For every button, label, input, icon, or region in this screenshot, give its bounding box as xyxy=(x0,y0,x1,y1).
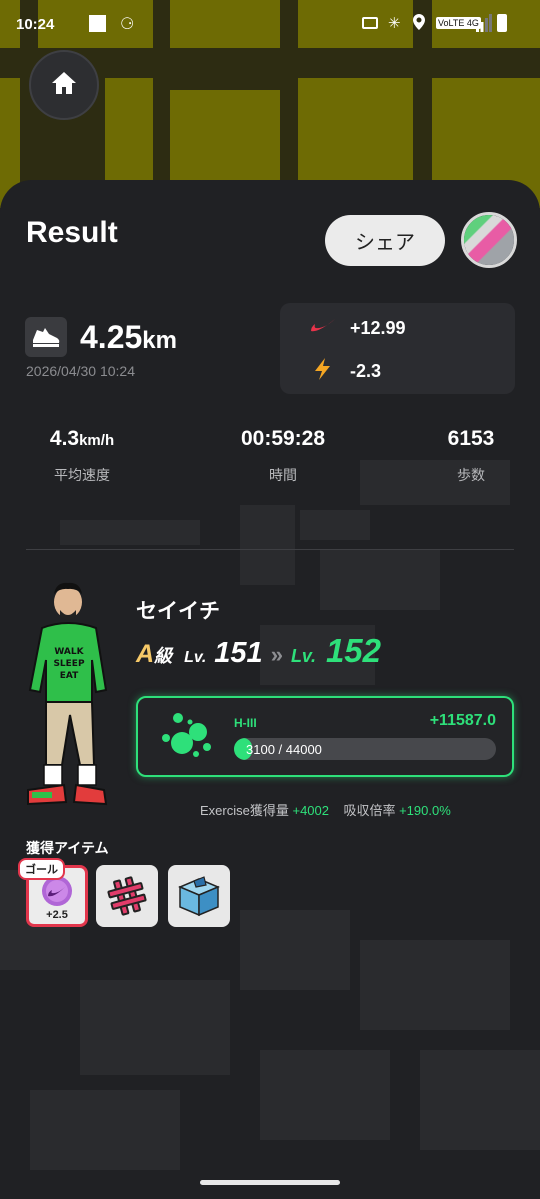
svg-text:SLEEP: SLEEP xyxy=(53,659,85,669)
items-title: 獲得アイテム xyxy=(26,840,109,856)
level-to: 152 xyxy=(325,632,382,669)
status-time: 10:24 xyxy=(16,16,55,33)
treasure-box-icon xyxy=(176,873,222,924)
run-datetime: 2026/04/30 10:24 xyxy=(26,363,135,379)
status-bar: 10:24 ⚆ ✳ VoLTE 4G xyxy=(0,0,540,50)
share-button[interactable]: シェア xyxy=(325,215,445,266)
location-icon xyxy=(413,14,425,30)
bluetooth-icon: ✳ xyxy=(388,15,401,32)
absorb-rate-value: +190.0% xyxy=(399,803,451,818)
stat-steps: 6153 歩数 xyxy=(391,427,540,485)
section-divider xyxy=(26,549,514,550)
level-prefix-from: Lv. xyxy=(184,649,207,666)
stat-time: 00:59:28 時間 xyxy=(203,427,363,485)
map-thumbnail-icon xyxy=(464,215,514,265)
page-title: Result xyxy=(26,216,118,249)
steps-value: 6153 xyxy=(447,427,495,450)
time-label: 時間 xyxy=(269,467,297,483)
gain-summary-box: +12.99 -2.3 xyxy=(280,303,515,394)
energy-gain-value: -2.3 xyxy=(350,361,382,381)
goal-tag: ゴール xyxy=(18,858,65,880)
absorb-rate-label: 吸収倍率 xyxy=(343,803,396,818)
experience-panel: H-III +11587.0 3100 / 44000 xyxy=(136,696,514,777)
steps-label: 歩数 xyxy=(457,467,485,483)
double-chevron-icon: » xyxy=(270,642,283,667)
distance-readout: 4.25km xyxy=(80,319,177,356)
svg-text:WALK: WALK xyxy=(54,647,84,657)
item-caption: +2.5 xyxy=(46,909,68,921)
cast-icon xyxy=(362,17,378,29)
sneaker-swoosh-icon xyxy=(310,317,336,340)
character-illustration: WALK SLEEP EAT xyxy=(20,580,132,815)
rank-letter: A xyxy=(136,640,155,668)
svg-text:EAT: EAT xyxy=(60,671,79,681)
xp-progress-text: 3100 / 44000 xyxy=(246,742,322,757)
item-hashtag[interactable] xyxy=(96,865,158,927)
profile-avatar[interactable] xyxy=(461,212,517,268)
item-treasure-box[interactable] xyxy=(168,865,230,927)
exercise-summary: Exercise獲得量 +4002 吸収倍率 +190.0% xyxy=(200,800,451,819)
exercise-label: Exercise獲得量 xyxy=(200,803,289,818)
rank-suffix: 級 xyxy=(154,646,173,666)
level-from: 151 xyxy=(214,637,263,669)
app-notification-icon: ⚆ xyxy=(120,16,135,33)
sneaker-gain-row: +12.99 xyxy=(310,317,406,340)
exercise-value: +4002 xyxy=(292,803,329,818)
stat-avg-speed: 4.3km/h 平均速度 xyxy=(2,427,162,485)
home-icon xyxy=(51,71,77,100)
energy-gain-row: -2.3 xyxy=(310,358,381,385)
result-sheet: Result シェア 4.25km 2026/04/30 10:24 +12.9… xyxy=(0,180,540,1199)
network-label: VoLTE 4G xyxy=(436,17,481,29)
sneaker-icon xyxy=(25,317,67,357)
avg-speed-label: 平均速度 xyxy=(54,467,110,483)
avg-speed-unit: km/h xyxy=(79,432,115,449)
lightning-icon xyxy=(310,358,336,385)
level-prefix-to: Lv. xyxy=(290,646,316,666)
time-value: 00:59:28 xyxy=(240,427,326,450)
character-name: セイイチ xyxy=(136,600,220,623)
signal-icon xyxy=(476,14,492,36)
gesture-home-bar[interactable] xyxy=(200,1180,340,1185)
xp-gain: +11587.0 xyxy=(429,712,496,729)
rank-code: H-III xyxy=(234,716,257,730)
distance-value: 4.25 xyxy=(80,319,143,355)
stop-icon xyxy=(89,15,106,32)
bubbles-icon xyxy=(160,712,214,767)
home-button[interactable] xyxy=(29,50,99,120)
xp-progress-bar: 3100 / 44000 xyxy=(234,738,496,760)
avg-speed-value: 4.3 xyxy=(49,427,80,450)
distance-unit: km xyxy=(142,327,177,354)
sneaker-gain-value: +12.99 xyxy=(350,318,406,338)
hashtag-badge-icon xyxy=(106,875,148,922)
level-up-line: A 級 Lv. 151 » Lv. 152 xyxy=(136,632,381,670)
battery-icon xyxy=(497,14,507,32)
